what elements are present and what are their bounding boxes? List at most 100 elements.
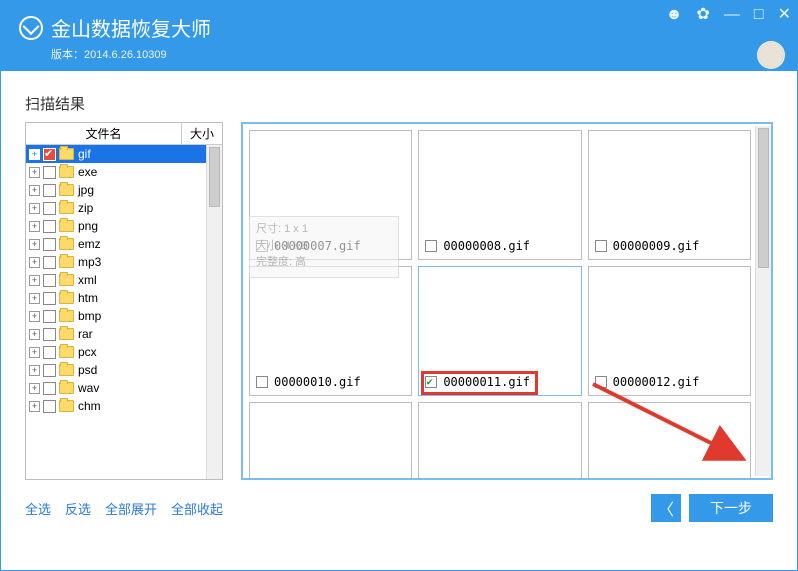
thumbnail-caption: 00000012.gif: [595, 375, 700, 389]
tree-checkbox[interactable]: [43, 256, 56, 269]
tree-item-emz[interactable]: + emz: [26, 235, 222, 253]
thumbnail-item[interactable]: 00000008.gif: [418, 130, 581, 260]
expander-icon[interactable]: +: [29, 203, 40, 214]
thumbnail-item[interactable]: 00000012.gif: [588, 266, 751, 396]
thumbnail-item[interactable]: 00000014.gif: [418, 402, 581, 480]
expander-icon[interactable]: +: [29, 257, 40, 268]
folder-icon: [59, 292, 74, 304]
tree-item-exe[interactable]: +exe: [26, 163, 222, 181]
thumb-checkbox[interactable]: [425, 240, 437, 252]
tree-item-htm[interactable]: +htm: [26, 289, 222, 307]
tree-checkbox[interactable]: [43, 292, 56, 305]
title-bar: 金山数据恢复大师 版本：2014.6.26.10309 ☻ ✿ ― □ ✕: [1, 1, 797, 71]
expander-icon[interactable]: +: [29, 167, 40, 178]
tree-checkbox[interactable]: [43, 184, 56, 197]
file-tooltip: 尺寸: 1 x 1 大小: 4 KB 完整度: 高: [249, 216, 399, 278]
tree-checkbox[interactable]: [43, 382, 56, 395]
thumb-checkbox[interactable]: [595, 240, 607, 252]
thumbnail-item[interactable]: 00000015.gif: [588, 402, 751, 480]
user-avatar[interactable]: [757, 41, 785, 69]
tooltip-line: 尺寸: 1 x 1: [256, 221, 392, 238]
back-button[interactable]: 〈: [651, 494, 681, 522]
expander-icon[interactable]: +: [29, 275, 40, 286]
app-title: 金山数据恢复大师: [51, 13, 211, 42]
expander-icon[interactable]: +: [29, 221, 40, 232]
thumb-checkbox[interactable]: [425, 376, 437, 388]
folder-icon: [59, 166, 74, 178]
expander-icon[interactable]: +: [29, 185, 40, 196]
preview-scrollbar-thumb[interactable]: [758, 128, 769, 268]
tree-item-jpg[interactable]: +jpg: [26, 181, 222, 199]
tree-item-label: xml: [78, 273, 97, 287]
tree-checkbox[interactable]: [43, 166, 56, 179]
tree-item-wav[interactable]: + wav: [26, 379, 222, 397]
expander-icon[interactable]: +: [29, 383, 40, 394]
expand-all-link[interactable]: 全部展开: [105, 499, 157, 518]
tree-item-label: gif: [78, 147, 91, 161]
tree-checkbox[interactable]: [43, 220, 56, 233]
tree-checkbox[interactable]: [43, 202, 56, 215]
tree-item-label: wav: [78, 381, 99, 395]
thumbnail-item[interactable]: 00000009.gif: [588, 130, 751, 260]
close-icon[interactable]: ✕: [778, 7, 791, 23]
tree-item-label: mp3: [78, 255, 101, 269]
thumb-filename: 00000011.gif: [443, 375, 530, 389]
maximize-icon[interactable]: □: [754, 7, 764, 23]
tree-item-zip[interactable]: +zip: [26, 199, 222, 217]
app-version: 版本：2014.6.26.10309: [51, 46, 779, 62]
folder-icon: [59, 202, 74, 214]
folder-icon: [59, 148, 74, 160]
tree-item-xml[interactable]: + xml: [26, 271, 222, 289]
expander-icon[interactable]: +: [29, 149, 40, 160]
tree-header-name[interactable]: 文件名: [26, 123, 182, 144]
preview-scrollbar[interactable]: [755, 126, 771, 476]
tree-item-psd[interactable]: +psd: [26, 361, 222, 379]
tree-item-rar[interactable]: +rar: [26, 325, 222, 343]
thumb-checkbox[interactable]: [595, 376, 607, 388]
feedback-icon[interactable]: ☻: [666, 7, 683, 23]
folder-icon: [59, 184, 74, 196]
expander-icon[interactable]: +: [29, 293, 40, 304]
tree-checkbox[interactable]: [43, 328, 56, 341]
expander-icon[interactable]: +: [29, 347, 40, 358]
tree-item-label: chm: [78, 399, 101, 413]
expander-icon[interactable]: +: [29, 311, 40, 322]
collapse-all-link[interactable]: 全部收起: [171, 499, 223, 518]
thumb-checkbox[interactable]: [256, 376, 268, 388]
tree-body: +gif+exe+jpg+zip+png+emz+mp3+xml+htm+bmp…: [26, 145, 222, 479]
tooltip-line: 完整度: 高: [256, 254, 392, 271]
tree-header-size[interactable]: 大小: [182, 123, 222, 144]
thumbnail-item[interactable]: 00000011.gif: [418, 266, 581, 396]
tree-item-pcx[interactable]: +pcx: [26, 343, 222, 361]
tree-checkbox[interactable]: [43, 346, 56, 359]
tree-scrollbar-thumb[interactable]: [209, 147, 220, 207]
folder-icon: [59, 346, 74, 358]
tree-checkbox[interactable]: [43, 274, 56, 287]
tree-item-label: emz: [78, 237, 101, 251]
tree-checkbox[interactable]: [43, 238, 56, 251]
invert-selection-link[interactable]: 反选: [65, 499, 91, 518]
expander-icon[interactable]: +: [29, 239, 40, 250]
tree-checkbox[interactable]: [43, 364, 56, 377]
expander-icon[interactable]: +: [29, 365, 40, 376]
next-button[interactable]: 下一步: [689, 494, 773, 522]
tree-item-bmp[interactable]: +bmp: [26, 307, 222, 325]
expander-icon[interactable]: +: [29, 401, 40, 412]
tree-item-mp3[interactable]: + mp3: [26, 253, 222, 271]
bottom-bar: 全选 反选 全部展开 全部收起 〈 下一步: [25, 494, 773, 522]
tree-item-chm[interactable]: + chm: [26, 397, 222, 415]
tree-item-gif[interactable]: + gif: [26, 145, 222, 163]
minimize-icon[interactable]: ―: [724, 7, 740, 23]
expander-icon[interactable]: +: [29, 329, 40, 340]
thumbnail-item[interactable]: 00000013.gif: [249, 402, 412, 480]
settings-icon[interactable]: ✿: [697, 7, 710, 23]
window-controls: ☻ ✿ ― □ ✕: [666, 7, 791, 23]
select-all-link[interactable]: 全选: [25, 499, 51, 518]
app-logo-icon: [19, 16, 43, 40]
thumbnail-item[interactable]: 00000010.gif: [249, 266, 412, 396]
tree-checkbox[interactable]: [43, 400, 56, 413]
tree-item-png[interactable]: +png: [26, 217, 222, 235]
tree-checkbox[interactable]: [43, 148, 56, 161]
tree-checkbox[interactable]: [43, 310, 56, 323]
tree-scrollbar[interactable]: [206, 145, 222, 479]
